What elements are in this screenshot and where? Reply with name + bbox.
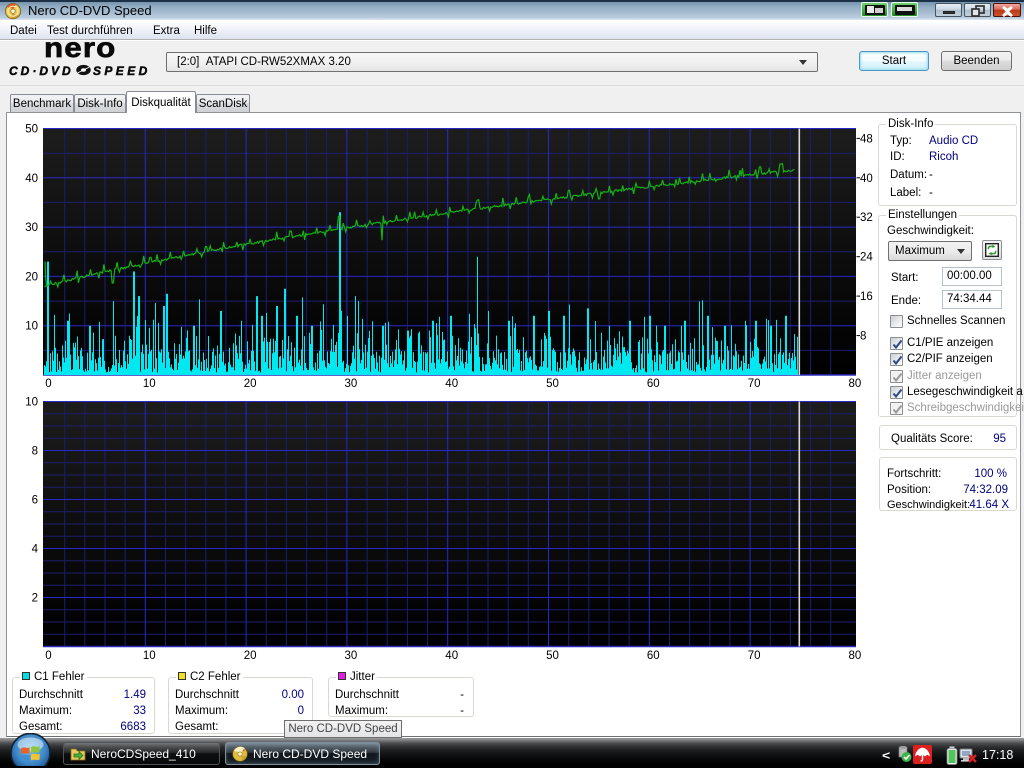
svg-text:70: 70 xyxy=(748,378,761,390)
svg-text:70: 70 xyxy=(748,650,761,662)
svg-text:50: 50 xyxy=(546,378,559,390)
svg-text:0: 0 xyxy=(45,378,51,390)
svg-text:30: 30 xyxy=(345,650,358,662)
svg-text:8: 8 xyxy=(32,446,38,458)
svg-text:20: 20 xyxy=(244,650,257,662)
svg-text:80: 80 xyxy=(849,650,862,662)
svg-text:60: 60 xyxy=(647,378,660,390)
svg-text:20: 20 xyxy=(25,271,38,283)
svg-text:24: 24 xyxy=(860,252,873,264)
svg-text:60: 60 xyxy=(647,650,660,662)
svg-text:30: 30 xyxy=(345,378,358,390)
svg-text:2: 2 xyxy=(32,593,38,605)
svg-text:16: 16 xyxy=(860,291,873,303)
svg-text:10: 10 xyxy=(143,650,156,662)
svg-text:6: 6 xyxy=(32,495,38,507)
svg-text:48: 48 xyxy=(860,133,873,145)
svg-text:10: 10 xyxy=(25,321,38,333)
svg-text:30: 30 xyxy=(25,222,38,234)
svg-text:40: 40 xyxy=(445,650,458,662)
svg-text:40: 40 xyxy=(25,173,38,185)
svg-text:40: 40 xyxy=(445,378,458,390)
svg-text:40: 40 xyxy=(860,173,873,185)
svg-text:0: 0 xyxy=(45,650,51,662)
svg-text:8: 8 xyxy=(860,331,866,343)
svg-text:20: 20 xyxy=(244,378,257,390)
svg-text:50: 50 xyxy=(25,124,38,136)
svg-text:10: 10 xyxy=(25,397,38,409)
svg-text:32: 32 xyxy=(860,212,873,224)
svg-text:10: 10 xyxy=(143,378,156,390)
svg-text:4: 4 xyxy=(32,544,39,556)
svg-text:80: 80 xyxy=(849,378,862,390)
svg-text:50: 50 xyxy=(546,650,559,662)
